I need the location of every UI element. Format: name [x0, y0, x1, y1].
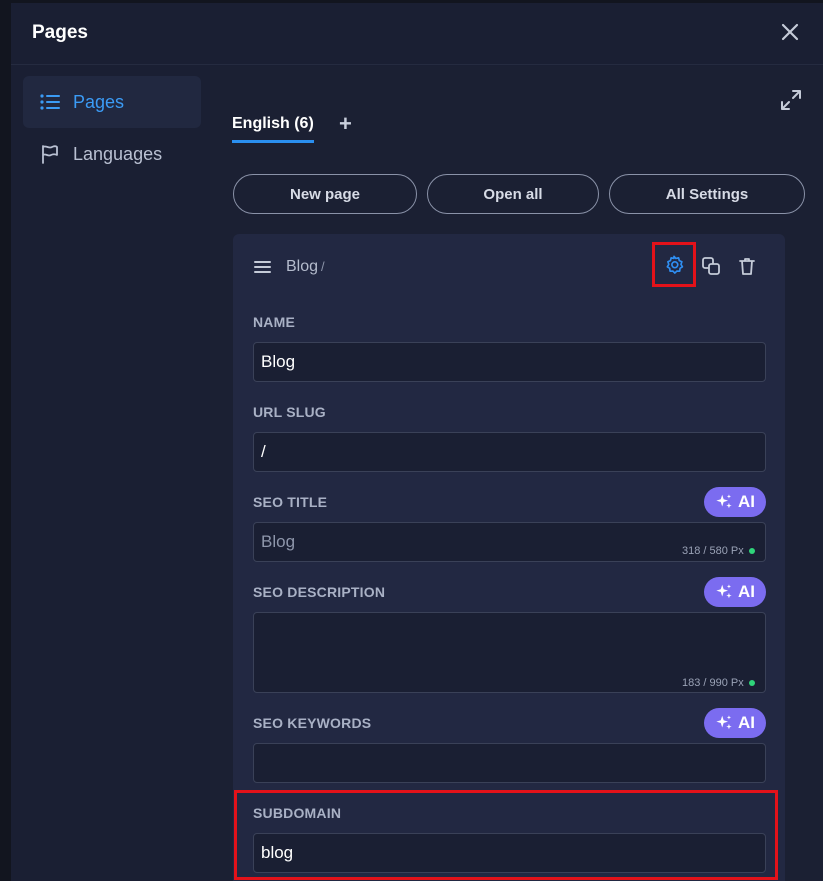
- ai-label: AI: [738, 582, 755, 601]
- new-page-button[interactable]: New page: [233, 174, 417, 214]
- sparkle-icon: [716, 584, 732, 599]
- seo-title-ai-button[interactable]: AI: [704, 487, 766, 517]
- trash-icon: [739, 258, 755, 275]
- counter-text: 183 / 990 Px: [682, 677, 744, 689]
- sidebar-item-languages[interactable]: Languages: [23, 128, 201, 180]
- seo-description-label: SEO DESCRIPTION: [253, 584, 386, 600]
- seo-keywords-field[interactable]: [253, 743, 766, 783]
- name-label: NAME: [253, 314, 296, 330]
- page-card: Blog / NAME Blog URL SLUG / SEO TITLE AI…: [233, 234, 785, 881]
- subdomain-label: SUBDOMAIN: [253, 805, 342, 821]
- sidebar: Pages Languages: [11, 66, 210, 881]
- url-slug-field[interactable]: [253, 432, 766, 472]
- sidebar-item-label: Languages: [73, 143, 163, 164]
- seo-description-counter: 183 / 990 Px: [682, 677, 755, 689]
- seo-title-counter: 318 / 580 Px: [682, 545, 755, 557]
- duplicate-button[interactable]: [701, 256, 721, 276]
- pages-dialog: Pages Pages Languages English (6) + New …: [11, 3, 823, 881]
- page-settings-button[interactable]: [652, 242, 696, 287]
- close-button[interactable]: [779, 21, 801, 43]
- sidebar-item-label: Pages: [73, 91, 125, 112]
- ai-label: AI: [738, 492, 755, 511]
- seo-description-ai-button[interactable]: AI: [704, 577, 766, 607]
- gear-icon: [666, 254, 684, 274]
- expand-button[interactable]: [779, 88, 803, 112]
- main-content: English (6) + New page Open all All Sett…: [210, 66, 823, 881]
- seo-keywords-ai-button[interactable]: AI: [704, 708, 766, 738]
- tab-english[interactable]: English (6): [232, 115, 314, 143]
- flag-icon: [39, 143, 61, 165]
- drag-handle-icon[interactable]: [254, 259, 272, 275]
- page-card-title: Blog /: [286, 258, 325, 276]
- add-language-button[interactable]: +: [339, 113, 352, 135]
- sparkle-icon: [716, 494, 732, 509]
- status-dot: [748, 548, 755, 554]
- status-dot: [748, 680, 755, 686]
- list-icon: [39, 91, 61, 113]
- page-card-header: Blog /: [233, 234, 785, 298]
- name-field[interactable]: [253, 342, 766, 382]
- expand-icon: [781, 90, 801, 110]
- subdomain-field[interactable]: [253, 833, 766, 873]
- seo-title-label: SEO TITLE: [253, 494, 328, 510]
- counter-text: 318 / 580 Px: [682, 545, 744, 557]
- dialog-header: Pages: [11, 3, 823, 65]
- dialog-title: Pages: [32, 22, 88, 43]
- copy-icon: [702, 257, 720, 275]
- delete-button[interactable]: [737, 256, 757, 276]
- url-slug-label: URL SLUG: [253, 404, 326, 420]
- all-settings-button[interactable]: All Settings: [609, 174, 805, 214]
- seo-keywords-label: SEO KEYWORDS: [253, 715, 372, 731]
- page-name: Blog: [286, 258, 319, 275]
- page-slug: /: [321, 259, 325, 274]
- ai-label: AI: [738, 713, 755, 732]
- sidebar-item-pages[interactable]: Pages: [23, 76, 201, 128]
- close-icon: [781, 23, 799, 41]
- open-all-button[interactable]: Open all: [427, 174, 599, 214]
- sparkle-icon: [716, 715, 732, 730]
